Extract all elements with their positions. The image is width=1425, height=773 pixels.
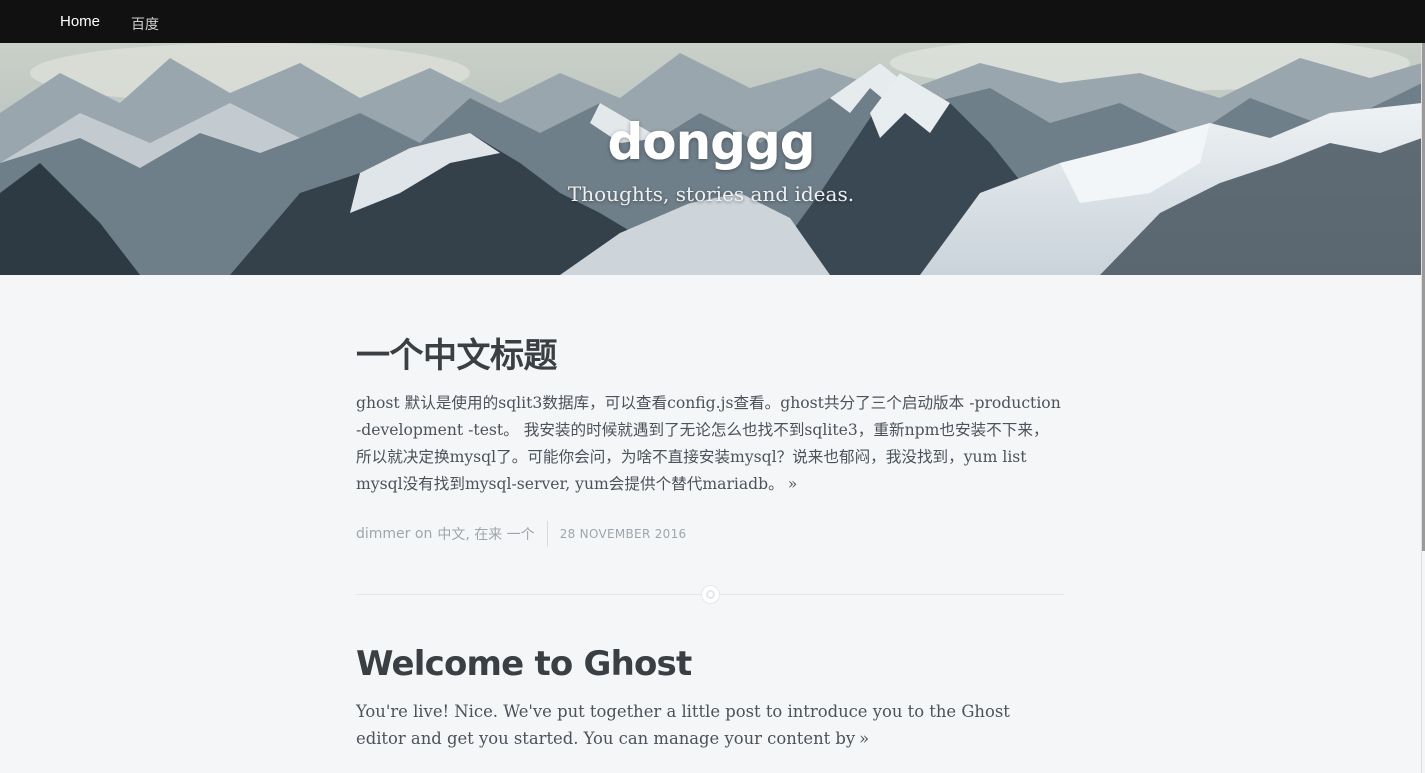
meta-separator xyxy=(546,521,548,547)
post-meta-on: on xyxy=(414,526,433,542)
post-date: 28 November 2016 xyxy=(559,527,687,541)
post-card: Welcome to Ghost You're live! Nice. We'v… xyxy=(356,642,1064,752)
blog-header: donggg Thoughts, stories and ideas. xyxy=(0,43,1422,275)
blog-description: Thoughts, stories and ideas. xyxy=(567,182,855,206)
read-more-link[interactable]: » xyxy=(788,475,798,493)
post-excerpt-text: ghost 默认是使用的sqlit3数据库，可以查看config.js查看。gh… xyxy=(356,394,1061,493)
post-excerpt: ghost 默认是使用的sqlit3数据库，可以查看config.js查看。gh… xyxy=(356,390,1064,498)
post-excerpt-text: You're live! Nice. We've put together a … xyxy=(356,702,1010,748)
post-excerpt: You're live! Nice. We've put together a … xyxy=(356,698,1064,752)
top-navbar: Home 百度 xyxy=(0,0,1425,43)
post-meta: dimmer on 中文, 在来 一个 28 November 2016 xyxy=(356,521,686,547)
nav-home-link[interactable]: Home xyxy=(60,13,100,30)
read-more-link[interactable]: » xyxy=(859,729,869,748)
post-title-link[interactable]: 一个中文标题 xyxy=(356,334,1064,378)
post-tags-links[interactable]: 中文, 在来 一个 xyxy=(437,524,534,544)
divider-circle-icon xyxy=(701,585,720,604)
blog-title: donggg xyxy=(607,113,815,171)
nav-baidu-link[interactable]: 百度 xyxy=(131,14,159,34)
post-title-link[interactable]: Welcome to Ghost xyxy=(356,642,1064,686)
post-card: 一个中文标题 ghost 默认是使用的sqlit3数据库，可以查看config.… xyxy=(356,334,1064,498)
post-author-link[interactable]: dimmer xyxy=(356,526,410,542)
